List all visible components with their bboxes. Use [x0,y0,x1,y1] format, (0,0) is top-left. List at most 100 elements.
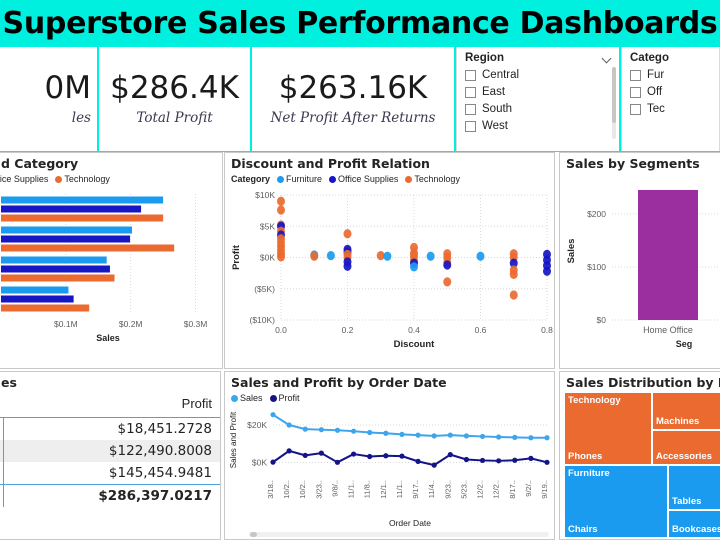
profit-table[interactable]: Profit $18,451.2728 es $122,490.8008 $14… [0,392,220,507]
legend-label-profit: Profit [278,393,300,403]
svg-text:Discount: Discount [394,339,435,350]
slicer-item-east[interactable]: East [465,86,613,98]
kpi-card-total-profit[interactable]: $286.4K Total Profit [99,47,252,151]
treemap-tile-machines[interactable]: Machines [652,392,720,430]
slicer-label-furniture: Fur [647,69,665,81]
panel-sales-and-profit-by-order-date[interactable]: Sales and Profit by Order Date Sales Pro… [224,371,555,540]
checkbox-icon[interactable] [465,86,476,98]
panel-discount-and-profit-relation[interactable]: Discount and Profit Relation Category Fu… [224,152,555,369]
panel-sales-distribution-by-product[interactable]: Sales Distribution by Prod Technology Ph… [559,371,720,540]
segments-canvas: $0$100$200Home OfficeCorpSegSales [566,189,720,349]
treemap-label-bookcases: Bookcases [672,524,720,535]
line-chart-scrollbar[interactable] [249,532,549,537]
panel-profit-table[interactable]: es Profit $18,451.2728 es $122,490.8008 [0,371,221,540]
svg-text:9/19..: 9/19.. [540,480,549,499]
svg-text:12/2..: 12/2.. [476,480,485,499]
slicer-item-furniture[interactable]: Fur [630,69,713,81]
svg-text:Order Date: Order Date [389,518,431,528]
treemap-canvas: Technology Phones Machines Accessories F… [564,392,720,538]
legend-item-office-supplies[interactable]: Office Supplies [329,174,398,184]
kpi-card-net-profit[interactable]: $263.16K Net Profit After Returns [252,47,456,151]
svg-text:Profit: Profit [231,244,242,270]
checkbox-icon[interactable] [465,69,476,81]
panel-sales-by-region-and-category[interactable]: d Category ffice Supplies Technology $0.… [0,152,223,369]
svg-text:$20K: $20K [247,420,267,430]
table-cell-profit: $18,451.2728 [2,417,220,440]
legend-label-furniture: Furniture [286,174,323,184]
legend-dot-furniture [277,175,285,183]
slicer-label-east: East [482,86,506,98]
kpi-row: 0M les $286.4K Total Profit $263.16K Net… [0,47,720,152]
legend-dot-sales [231,394,238,402]
scatter-canvas: $10K $5K $0K ($5K) ($10K)0.0 0.2 0.4 0.6 0.8 Disc… [231,190,553,350]
slicer-region[interactable]: Region Central East South West [456,47,621,151]
legend-header-category: Category [231,174,271,184]
treemap-tile-phones[interactable]: Phones [564,392,652,465]
table-col-profit[interactable]: Profit [3,392,220,418]
scatter-legend[interactable]: Category Furniture Office Supplies Techn… [225,171,554,184]
segments-title: Sales by Segments [566,156,700,171]
treemap-tile-tables[interactable]: Tables [668,465,720,510]
slicer-item-central[interactable]: Central [465,69,613,81]
kpi-value-total-profit: $286.4K [110,70,239,107]
bar-chart-legend[interactable]: ffice Supplies Technology [0,171,222,184]
dashboard-header: Superstore Sales Performance Dashboards [0,0,720,47]
bar-chart-title: d Category [1,156,79,171]
treemap-tile-chairs[interactable]: Chairs [564,465,668,538]
kpi-card-total-sales[interactable]: 0M les [0,47,99,151]
svg-text:11/1..: 11/1.. [395,480,404,498]
checkbox-icon[interactable] [630,86,641,98]
slicer-region-scrollbar[interactable] [612,67,616,139]
legend-dot-profit [269,394,277,402]
svg-text:Sales: Sales [566,239,577,264]
page-title: Superstore Sales Performance Dashboards [2,6,718,41]
svg-text:$10K: $10K [255,190,275,200]
svg-text:0.0: 0.0 [275,325,287,335]
legend-item-office-supplies[interactable]: ffice Supplies [0,174,48,184]
line-chart-legend[interactable]: Sales Profit [225,390,554,403]
kpi-label-total-profit: Total Profit [136,109,213,126]
svg-text:8/17..: 8/17.. [508,480,517,499]
checkbox-icon[interactable] [465,120,476,132]
slicer-item-south[interactable]: South [465,103,613,115]
svg-text:Sales: Sales [96,333,120,343]
slicer-category[interactable]: Catego Fur Off Tec [621,47,720,151]
legend-label-technology: Technology [64,174,110,184]
kpi-label-net-profit: Net Profit After Returns [270,109,436,126]
table-row[interactable]: es $122,490.8008 [0,440,220,462]
legend-dot-office-supplies [329,175,337,183]
legend-item-technology[interactable]: Technology [405,174,460,184]
chevron-down-icon[interactable] [602,53,613,64]
svg-text:10/2..: 10/2.. [282,480,291,499]
table-cell-total-profit: $286,397.0217 [2,484,220,507]
legend-item-sales[interactable]: Sales [231,393,263,403]
svg-text:$5K: $5K [260,221,275,231]
svg-text:($5K): ($5K) [254,284,275,294]
dashboard-root: Superstore Sales Performance Dashboards … [0,0,720,540]
svg-text:Seg: Seg [676,339,693,349]
table-row[interactable]: $145,454.9481 [0,462,220,485]
svg-text:$0.2M: $0.2M [119,319,143,329]
svg-text:9/17..: 9/17.. [411,480,420,499]
svg-text:0.4: 0.4 [408,325,420,335]
svg-text:$200: $200 [587,209,606,219]
checkbox-icon[interactable] [465,103,476,115]
legend-item-furniture[interactable]: Furniture [277,174,322,184]
legend-dot-technology [55,175,63,183]
svg-text:0.6: 0.6 [475,325,487,335]
svg-text:10/2..: 10/2.. [298,480,307,499]
table-row[interactable]: $18,451.2728 [0,417,220,440]
legend-item-technology[interactable]: Technology [55,174,110,184]
panel-sales-by-segments[interactable]: Sales by Segments $0$100$200Home OfficeC… [559,152,720,369]
svg-text:11/4..: 11/4.. [427,480,436,498]
treemap-tile-accessories[interactable]: Accessories [652,430,720,465]
legend-item-profit[interactable]: Profit [269,393,300,403]
slicer-item-west[interactable]: West [465,120,613,132]
checkbox-icon[interactable] [630,69,641,81]
treemap-tile-bookcases[interactable]: Bookcases [668,510,720,538]
slicer-item-technology[interactable]: Tec [630,103,713,115]
table-header-row: Profit [0,392,220,418]
table-cell-profit: $122,490.8008 [2,440,220,462]
slicer-item-office-supplies[interactable]: Off [630,86,713,98]
checkbox-icon[interactable] [630,103,641,115]
